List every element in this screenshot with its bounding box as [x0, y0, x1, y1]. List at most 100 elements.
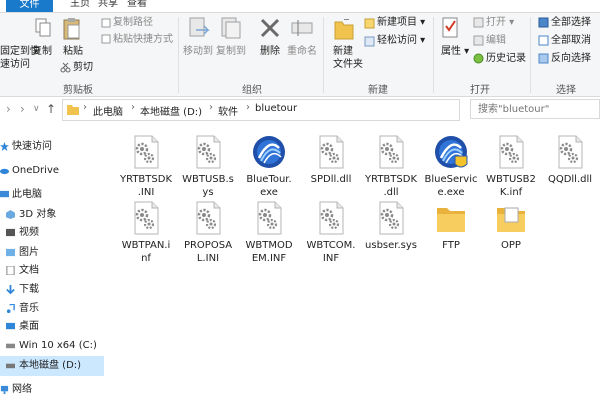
easy-access-button[interactable]: 轻松访问 ▾ [377, 34, 425, 47]
file-item[interactable]: YRTBTSDK .INI [115, 134, 177, 199]
sidebar-item-label: 桌面 [19, 321, 39, 332]
sidebar-item-label: 视频 [19, 227, 39, 238]
select-all-button[interactable]: 全部选择 [551, 16, 591, 29]
cube-icon [6, 210, 15, 219]
copy-path-icon [101, 18, 111, 28]
config-file-icon [318, 134, 345, 170]
video-icon [6, 228, 15, 237]
file-item[interactable]: WBTUSB.s ys [177, 134, 239, 199]
file-item[interactable]: WBTPAN.i nf [115, 200, 177, 265]
folder-icon [67, 105, 79, 115]
file-item[interactable]: FTP [420, 200, 482, 252]
paste-button[interactable]: 粘贴 [63, 45, 83, 58]
breadcrumb-this-pc[interactable]: 此电脑 [93, 103, 123, 118]
folder-with-document-icon [497, 207, 525, 232]
file-name: YRTBTSDK [119, 174, 172, 185]
file-item[interactable]: WBTUSB2 K.inf [480, 134, 542, 199]
up-icon[interactable]: ↑ [46, 102, 56, 116]
breadcrumb-separator: › [83, 102, 87, 113]
recent-dropdown-icon[interactable]: ∨ [33, 104, 40, 114]
file-item[interactable]: PROPOSA L.INI [177, 200, 239, 265]
new-folder-button[interactable]: 新建 文件夹 [333, 45, 363, 71]
sidebar-item-downloads[interactable]: 下载 [0, 280, 104, 300]
open-button[interactable]: 打开 ▾ [486, 16, 514, 29]
sidebar-item-documents[interactable]: 文档 [0, 261, 104, 281]
file-name: WBTCOM. [306, 240, 356, 251]
file-item[interactable]: YRTBTSDK .dll [360, 134, 422, 199]
file-item[interactable]: usbser.sys [360, 200, 422, 252]
computer-icon [0, 190, 9, 198]
search-input[interactable] [471, 100, 598, 118]
sidebar-item-quick-access[interactable]: 快速访问 [0, 137, 104, 157]
sidebar-item-drive-d[interactable]: 本地磁盘 (D:) [0, 356, 104, 376]
file-item[interactable]: BlueServic e.exe [420, 134, 482, 199]
file-item[interactable]: SPDll.dll [300, 134, 362, 186]
properties-icon [442, 17, 458, 38]
history-button[interactable]: 历史记录 [486, 52, 526, 65]
sidebar-item-label: 文档 [19, 265, 39, 276]
search-box[interactable] [470, 99, 600, 119]
picture-icon [6, 248, 15, 257]
sidebar-item-onedrive[interactable]: OneDrive [0, 161, 104, 181]
back-icon[interactable]: › [6, 102, 11, 116]
properties-label: 属性 [441, 46, 461, 57]
sidebar-item-pictures[interactable]: 图片 [0, 243, 104, 263]
cut-button[interactable]: 剪切 [73, 61, 93, 74]
sidebar-item-network[interactable]: 网络 [0, 380, 104, 400]
copy-button[interactable]: 复制 [32, 45, 52, 58]
forward-icon[interactable]: › [20, 102, 25, 116]
sidebar-item-label: 图片 [19, 247, 39, 258]
sidebar-item-label: 快速访问 [12, 141, 52, 152]
address-bar[interactable]: › 此电脑 › 本地磁盘 (D:) › 软件 › bluetour [62, 99, 460, 121]
file-name-continued: .dll [383, 187, 399, 198]
new-folder-label-2: 文件夹 [333, 59, 363, 70]
tab-view[interactable]: 查看 [127, 0, 147, 10]
sidebar-item-desktop[interactable]: 桌面 [0, 317, 104, 337]
copy-to-icon [221, 17, 241, 39]
select-group-label: 选择 [556, 85, 576, 96]
file-name-continued: e.exe [437, 187, 465, 198]
file-name: PROPOSA [183, 240, 233, 251]
file-item[interactable]: WBTCOM. INF [300, 200, 362, 265]
file-name-continued: ys [202, 187, 214, 198]
breadcrumb-drive-d[interactable]: 本地磁盘 (D:) [140, 103, 202, 118]
rename-button[interactable]: 重命名 [287, 45, 317, 58]
file-list: YRTBTSDK .INI WBTUSB.s ys BlueTour. exe SPD… [104, 124, 600, 411]
tab-file[interactable]: 文件 [6, 0, 53, 12]
config-file-icon [195, 134, 222, 170]
sidebar-item-label: 本地磁盘 (D:) [19, 360, 82, 371]
new-item-button[interactable]: 新建项目 ▾ [377, 16, 425, 29]
invert-selection-button[interactable]: 反向选择 [551, 52, 591, 65]
breadcrumb-separator: › [131, 102, 135, 113]
tab-home[interactable]: 主页 [70, 0, 90, 10]
move-to-button[interactable]: 移动到 [183, 45, 213, 58]
copy-icon [35, 18, 51, 37]
file-name-continued: .INI [137, 187, 155, 198]
sidebar-item-drive-c[interactable]: Win 10 x64 (C:) [0, 336, 104, 356]
open-icon [473, 17, 484, 28]
copy-to-button[interactable]: 复制到 [216, 45, 246, 58]
file-item[interactable]: QQDll.dll [539, 134, 600, 186]
file-item[interactable]: WBTMOD EM.INF [238, 200, 300, 265]
sidebar-item-3d-objects[interactable]: 3D 对象 [0, 205, 104, 225]
delete-button[interactable]: 删除 [260, 45, 280, 58]
sidebar-item-label: 下载 [19, 284, 39, 295]
easy-access-label: 轻松访问 [377, 35, 417, 46]
select-none-button[interactable]: 全部取消 [551, 34, 591, 47]
config-file-icon [378, 200, 405, 236]
sidebar-item-videos[interactable]: 视频 [0, 223, 104, 243]
properties-button[interactable]: 属性 ▾ [441, 45, 469, 58]
file-item[interactable]: BlueTour. exe [238, 134, 300, 199]
sidebar-item-music[interactable]: 音乐 [0, 299, 104, 319]
rename-icon [291, 20, 313, 36]
file-name: BlueServic [424, 174, 478, 185]
paste-shortcut-button[interactable]: 粘贴快捷方式 [113, 33, 173, 46]
sidebar-item-this-pc[interactable]: 此电脑 [0, 185, 104, 205]
edit-button[interactable]: 编辑 [486, 34, 506, 47]
file-item[interactable]: OPP [480, 200, 542, 252]
copy-path-button[interactable]: 复制路径 [113, 16, 153, 29]
breadcrumb-software[interactable]: 软件 [218, 103, 238, 118]
tab-share[interactable]: 共享 [98, 0, 118, 10]
select-none-icon [538, 35, 549, 46]
breadcrumb-bluetour[interactable]: bluetour [255, 103, 297, 114]
